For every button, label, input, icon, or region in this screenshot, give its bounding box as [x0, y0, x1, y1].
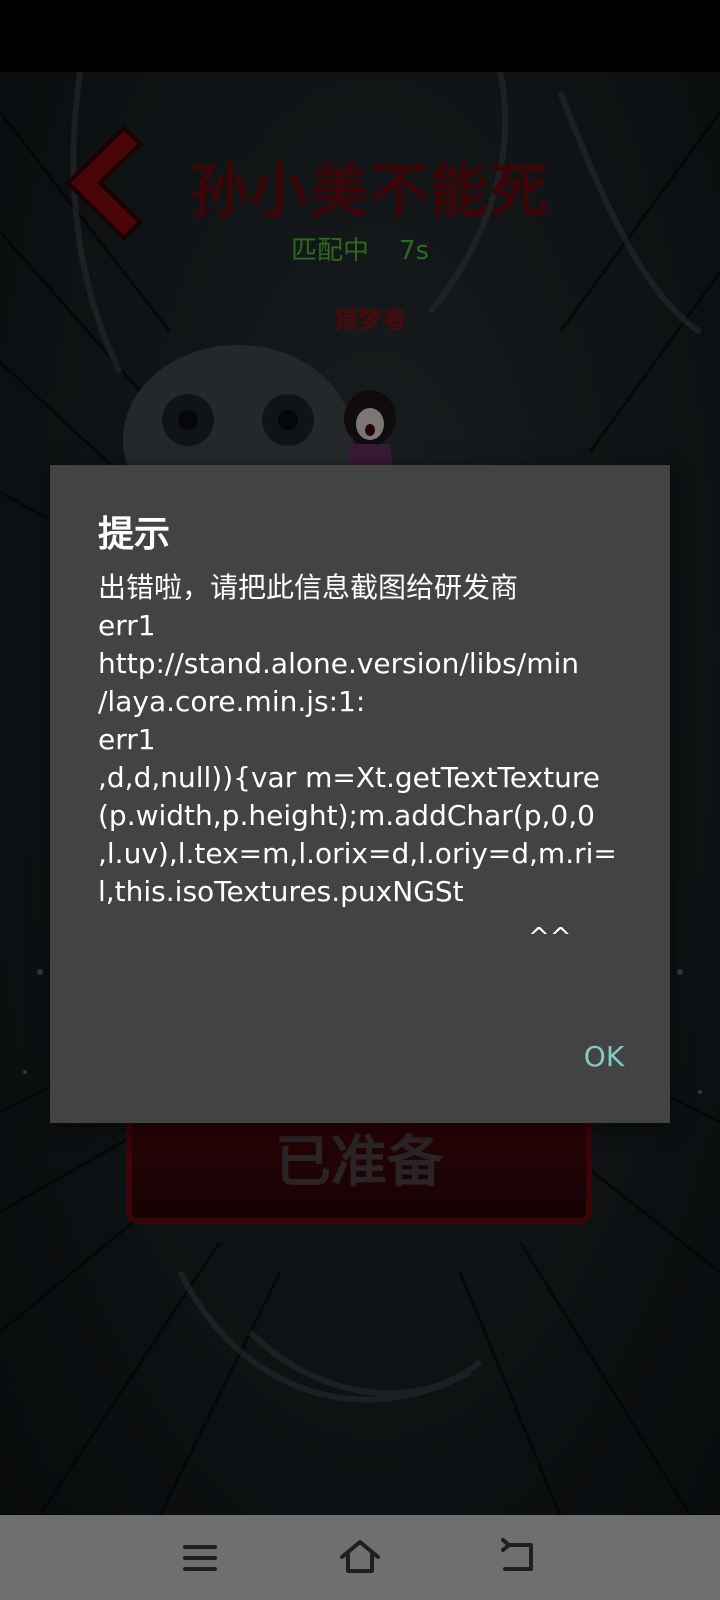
menu-icon[interactable]: [175, 1533, 225, 1583]
dialog-title: 提示: [98, 514, 171, 555]
match-timer: 7s: [398, 236, 430, 266]
dialog-message-line: err1: [98, 723, 156, 756]
dialog-message-line: 出错啦，请把此信息截图给研发商: [98, 571, 519, 604]
game-title: 孙小美不能死: [189, 157, 550, 225]
role-label: 猎梦者: [334, 306, 406, 334]
ready-button-label: 已准备: [275, 1130, 443, 1195]
dialog-message-line: http://stand.alone.version/libs/min: [98, 647, 580, 680]
screen: 孙小美不能死 匹配中 7s 猎梦者 已准备 提示 出错啦，请把此信息截图给研发商 …: [0, 0, 720, 1600]
match-status: 匹配中 7s: [260, 230, 460, 267]
dialog-message-line: /laya.core.min.js:1:: [98, 685, 366, 718]
dialog-message: 出错啦，请把此信息截图给研发商 err1 http://stand.alone.…: [98, 569, 628, 911]
dialog-message-line: err1: [98, 609, 156, 642]
status-bar: [0, 0, 720, 72]
match-status-text: 匹配中: [290, 236, 369, 266]
dialog-message-line: (p.width,p.height);m.addChar(p,0,0: [98, 799, 595, 832]
back-icon[interactable]: [495, 1533, 545, 1583]
home-icon[interactable]: [335, 1533, 385, 1583]
dialog-message-line: ,l.uv),l.tex=m,l.orix=d,l.oriy=d,m.ri=: [98, 837, 617, 870]
error-dialog: 提示 出错啦，请把此信息截图给研发商 err1 http://stand.alo…: [50, 465, 670, 1123]
back-arrow-button[interactable]: [62, 124, 146, 242]
dialog-message-line: l,this.isoTextures.puxNGSt: [98, 875, 464, 908]
ok-button[interactable]: OK: [574, 1037, 634, 1077]
dialog-caret: ^^: [528, 923, 572, 953]
navigation-bar: [0, 1515, 720, 1600]
dialog-message-line: ,d,d,null)){var m=Xt.getTextTexture: [98, 761, 601, 794]
